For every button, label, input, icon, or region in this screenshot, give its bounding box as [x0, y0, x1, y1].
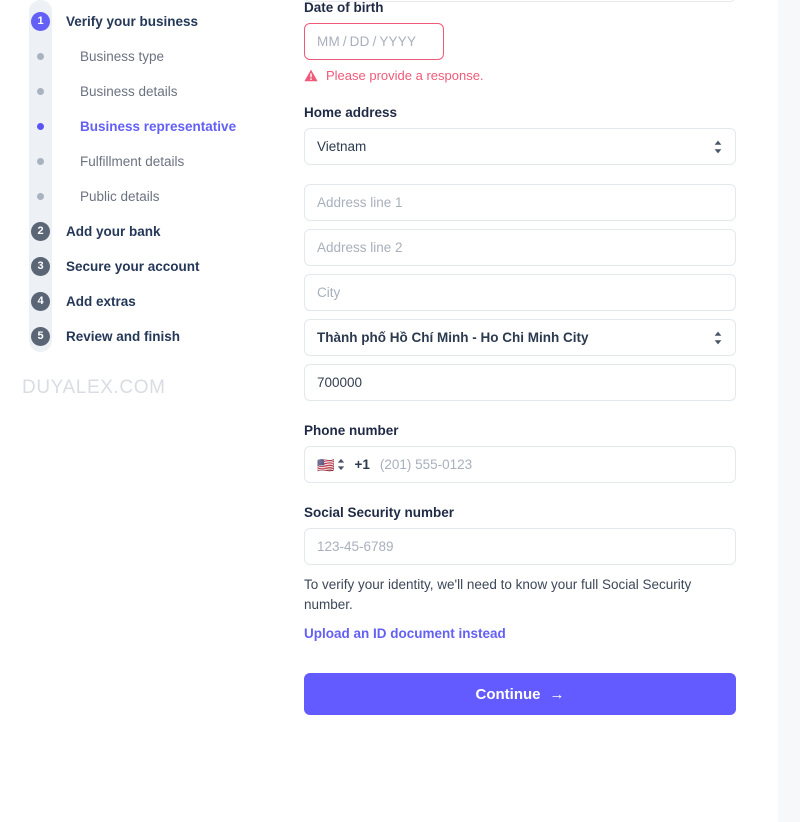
postal-code-input[interactable]: 700000: [304, 364, 736, 401]
stepper-item-label: Secure your account: [66, 259, 200, 274]
stepper-item-label: Review and finish: [66, 329, 181, 344]
stepper-item-label: Add your bank: [66, 224, 161, 239]
stepper-marker: [29, 123, 52, 130]
date-of-birth-input[interactable]: MM / DD / YYYY: [304, 23, 444, 60]
arrow-right-icon: →: [549, 685, 565, 703]
dob-year-placeholder: YYYY: [379, 34, 417, 49]
home-address-label: Home address: [304, 105, 398, 120]
stepper-item-label: Public details: [80, 189, 160, 204]
ssn-section: Social Security number 123-45-6789 To ve…: [304, 505, 736, 643]
address-line-2-placeholder: Address line 2: [317, 240, 403, 255]
stepper-marker: [29, 53, 52, 60]
stepper-item-label: Business type: [80, 49, 165, 64]
city-input[interactable]: City: [304, 274, 736, 311]
step-number-badge: 3: [31, 257, 50, 276]
date-of-birth-error: Please provide a response.: [304, 68, 736, 83]
warning-triangle-icon: [304, 69, 318, 82]
step-number-badge: 2: [31, 222, 50, 241]
stepper-item-public-details[interactable]: Public details: [0, 179, 290, 214]
address-line-1-input[interactable]: Address line 1: [304, 184, 736, 221]
step-number-badge: 1: [31, 12, 50, 31]
stepper-marker: 3: [29, 257, 52, 276]
stepper-item-fulfillment-details[interactable]: Fulfillment details: [0, 144, 290, 179]
postal-code-value: 700000: [317, 375, 363, 390]
country-select-value: Vietnam: [317, 139, 367, 154]
step-bullet-icon: [37, 123, 44, 130]
ssn-input[interactable]: 123-45-6789: [304, 528, 736, 565]
date-of-birth-section: Date of birth MM / DD / YYYY Please prov…: [304, 0, 736, 83]
step-bullet-icon: [37, 53, 44, 60]
address-line-2-input[interactable]: Address line 2: [304, 229, 736, 266]
ssn-help-text: To verify your identity, we'll need to k…: [304, 577, 692, 612]
stepper-list: 1 Verify your business Business type Busine…: [0, 4, 290, 354]
phone-number-input[interactable]: 🇺🇸 +1 (201) 555-0123: [304, 446, 736, 483]
province-select[interactable]: Thành phố Hồ Chí Minh - Ho Chi Minh City: [304, 319, 736, 356]
country-select[interactable]: Vietnam: [304, 128, 736, 165]
stepper-item-business-representative[interactable]: Business representative: [0, 109, 290, 144]
address-fields-stack: Address line 1 Address line 2 City Thành…: [304, 184, 736, 401]
step-number-badge: 4: [31, 292, 50, 311]
previous-field-cutoff[interactable]: [304, 0, 736, 2]
stepper-item-add-your-bank[interactable]: 2 Add your bank: [0, 214, 290, 249]
continue-button[interactable]: Continue →: [304, 673, 736, 716]
city-placeholder: City: [317, 285, 341, 300]
chevron-updown-icon: [714, 140, 722, 153]
stepper-item-label: Verify your business: [66, 14, 199, 29]
dob-month-placeholder: MM: [317, 34, 340, 49]
chevron-updown-icon[interactable]: [336, 457, 346, 472]
stepper-marker: 5: [29, 327, 52, 346]
page-gutter: [778, 0, 800, 822]
upload-id-document-link[interactable]: Upload an ID document instead: [304, 626, 506, 641]
stepper-item-review-and-finish[interactable]: 5 Review and finish: [0, 319, 290, 354]
stepper-sidebar: 1 Verify your business Business type Busine…: [0, 0, 290, 822]
ssn-label: Social Security number: [304, 505, 455, 520]
stepper-marker: [29, 158, 52, 165]
date-of-birth-error-text: Please provide a response.: [326, 68, 484, 83]
country-calling-code: +1: [354, 457, 370, 472]
step-bullet-icon: [37, 158, 44, 165]
province-select-value: Thành phố Hồ Chí Minh - Ho Chi Minh City: [317, 330, 589, 345]
step-number-badge: 5: [31, 327, 50, 346]
onboarding-page: 1 Verify your business Business type Busine…: [0, 0, 800, 822]
step-bullet-icon: [37, 88, 44, 95]
home-address-section: Home address Vietnam Address line 1 Addr…: [304, 105, 736, 401]
us-flag-icon: 🇺🇸: [317, 456, 335, 473]
stepper-item-secure-your-account[interactable]: 3 Secure your account: [0, 249, 290, 284]
stepper-marker: [29, 193, 52, 200]
dob-separator-2: /: [372, 34, 377, 49]
dob-separator-1: /: [342, 34, 347, 49]
stepper-item-label: Fulfillment details: [80, 154, 185, 169]
stepper-item-label: Business representative: [80, 119, 237, 134]
stepper-marker: [29, 88, 52, 95]
dob-day-placeholder: DD: [349, 34, 370, 49]
stepper-item-label: Add extras: [66, 294, 136, 309]
chevron-updown-icon: [714, 331, 722, 344]
step-bullet-icon: [37, 193, 44, 200]
phone-number-label: Phone number: [304, 423, 399, 438]
phone-number-section: Phone number 🇺🇸 +1 (201) 555-0123: [304, 423, 736, 483]
address-line-1-placeholder: Address line 1: [317, 195, 403, 210]
stepper-item-verify-your-business[interactable]: 1 Verify your business: [0, 4, 290, 39]
date-of-birth-label: Date of birth: [304, 0, 384, 15]
stepper-item-add-extras[interactable]: 4 Add extras: [0, 284, 290, 319]
stepper-marker: 2: [29, 222, 52, 241]
stepper-marker: 4: [29, 292, 52, 311]
ssn-placeholder: 123-45-6789: [317, 539, 394, 554]
business-representative-form: Date of birth MM / DD / YYYY Please prov…: [304, 0, 736, 716]
stepper-item-business-type[interactable]: Business type: [0, 39, 290, 74]
phone-number-placeholder: (201) 555-0123: [379, 457, 473, 472]
stepper-marker: 1: [29, 12, 52, 31]
stepper-item-business-details[interactable]: Business details: [0, 74, 290, 109]
stepper-item-label: Business details: [80, 84, 178, 99]
continue-button-label: Continue: [475, 685, 541, 703]
